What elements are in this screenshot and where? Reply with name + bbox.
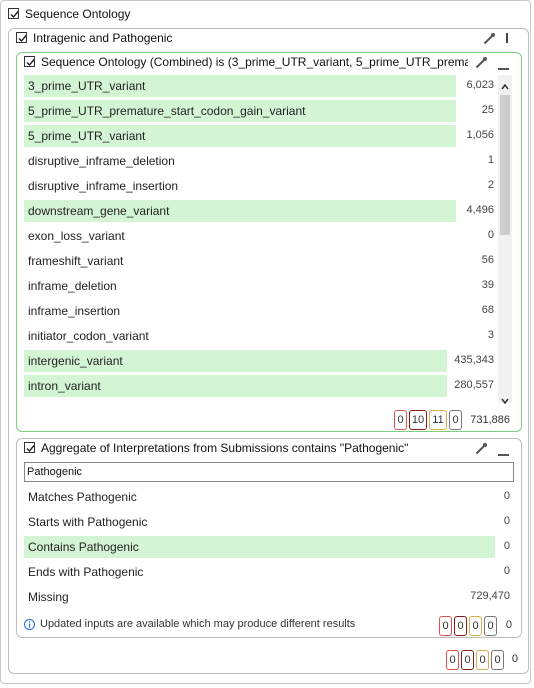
count-badge: 10 bbox=[409, 410, 427, 430]
list-item-label: downstream_gene_variant bbox=[28, 204, 170, 218]
wrench-icon[interactable] bbox=[475, 442, 488, 458]
list-item-label: intergenic_variant bbox=[28, 354, 123, 368]
list-item-label: initiator_codon_variant bbox=[28, 329, 149, 343]
list-item[interactable]: Missing 729,470 bbox=[24, 586, 510, 608]
list-item[interactable]: Matches Pathogenic 0 bbox=[24, 486, 510, 508]
root-title: Sequence Ontology bbox=[25, 7, 131, 21]
list-item-label: 5_prime_UTR_premature_start_codon_gain_v… bbox=[28, 104, 306, 118]
count-badge: 0 bbox=[491, 650, 504, 670]
list-item[interactable]: intergenic_variant 435,343 bbox=[24, 350, 494, 372]
list-item-label: Matches Pathogenic bbox=[28, 490, 137, 504]
count-badge: 0 bbox=[454, 616, 467, 636]
agg-total: 0 bbox=[505, 619, 512, 631]
pathogenic-search-input[interactable]: Pathogenic bbox=[24, 462, 514, 482]
list-item-count: 729,470 bbox=[470, 590, 510, 602]
list-item-count: 39 bbox=[481, 279, 494, 291]
count-badge: 0 bbox=[439, 616, 452, 636]
list-item-count: 435,343 bbox=[454, 354, 494, 366]
count-badge: 0 bbox=[449, 410, 462, 430]
list-item-count: 1 bbox=[487, 154, 494, 166]
list-item-label: 5_prime_UTR_variant bbox=[28, 129, 146, 143]
count-badge: 0 bbox=[394, 410, 407, 430]
count-badge: 11 bbox=[429, 410, 447, 430]
list-item[interactable]: disruptive_inframe_deletion 1 bbox=[24, 150, 494, 172]
so-checkbox[interactable] bbox=[24, 56, 35, 67]
agg-checkbox[interactable] bbox=[24, 442, 35, 453]
list-item-count: 68 bbox=[481, 304, 494, 316]
list-item-count: 2 bbox=[487, 179, 494, 191]
list-item[interactable]: 3_prime_UTR_variant 6,023 bbox=[24, 75, 494, 97]
group-checkbox[interactable] bbox=[16, 32, 27, 43]
list-item-count: 0 bbox=[503, 490, 510, 502]
list-item[interactable]: frameshift_variant 56 bbox=[24, 250, 494, 272]
list-item-label: disruptive_inframe_deletion bbox=[28, 154, 175, 168]
pin-icon[interactable] bbox=[504, 32, 510, 48]
list-item-label: Missing bbox=[28, 590, 69, 604]
search-input-value: Pathogenic bbox=[27, 466, 83, 478]
count-badge: 0 bbox=[446, 650, 459, 670]
list-item-label: Ends with Pathogenic bbox=[28, 565, 144, 579]
list-item[interactable]: exon_loss_variant 0 bbox=[24, 225, 494, 247]
list-item-label: disruptive_inframe_insertion bbox=[28, 179, 179, 193]
list-item-count: 25 bbox=[481, 104, 494, 116]
wrench-icon[interactable] bbox=[483, 32, 496, 48]
root-checkbox[interactable] bbox=[8, 8, 19, 19]
count-badge: 0 bbox=[461, 650, 474, 670]
list-item-label: Starts with Pathogenic bbox=[28, 515, 148, 529]
scroll-thumb[interactable] bbox=[500, 95, 510, 235]
list-item-count: 4,496 bbox=[466, 204, 494, 216]
list-item-label: inframe_deletion bbox=[28, 279, 117, 293]
list-item-count: 0 bbox=[487, 229, 494, 241]
so-total: 731,886 bbox=[470, 414, 510, 426]
list-item-label: intron_variant bbox=[28, 379, 101, 393]
so-scrollbar[interactable] bbox=[498, 75, 512, 405]
list-item-count: 280,557 bbox=[454, 379, 494, 391]
list-item-count: 56 bbox=[481, 254, 494, 266]
so-title: Sequence Ontology (Combined) is (3_prime… bbox=[41, 55, 468, 69]
count-badge: 0 bbox=[484, 616, 497, 636]
scroll-down-icon[interactable] bbox=[501, 393, 509, 407]
list-item[interactable]: disruptive_inframe_insertion 2 bbox=[24, 175, 494, 197]
list-item-count: 0 bbox=[503, 515, 510, 527]
list-item[interactable]: 5_prime_UTR_premature_start_codon_gain_v… bbox=[24, 100, 494, 122]
list-item-label: frameshift_variant bbox=[28, 254, 124, 268]
list-item-label: inframe_insertion bbox=[28, 304, 121, 318]
group-total: 0 bbox=[511, 653, 518, 665]
list-item-label: Contains Pathogenic bbox=[28, 540, 139, 554]
list-item-label: exon_loss_variant bbox=[28, 229, 125, 243]
list-item-count: 0 bbox=[503, 540, 510, 552]
list-item[interactable]: 5_prime_UTR_variant 1,056 bbox=[24, 125, 494, 147]
list-item-count: 6,023 bbox=[466, 79, 494, 91]
count-badge: 0 bbox=[469, 616, 482, 636]
info-icon bbox=[24, 619, 35, 633]
list-item-count: 3 bbox=[487, 329, 494, 341]
list-item[interactable]: Starts with Pathogenic 0 bbox=[24, 511, 510, 533]
group-title: Intragenic and Pathogenic bbox=[33, 31, 173, 45]
info-message: Updated inputs are available which may p… bbox=[40, 618, 356, 630]
list-item[interactable]: intron_variant 280,557 bbox=[24, 375, 494, 397]
minimize-icon[interactable] bbox=[498, 60, 509, 74]
list-item[interactable]: inframe_deletion 39 bbox=[24, 275, 494, 297]
list-item[interactable]: initiator_codon_variant 3 bbox=[24, 325, 494, 347]
scroll-up-icon[interactable] bbox=[501, 79, 509, 93]
wrench-icon[interactable] bbox=[475, 56, 488, 72]
list-item-label: 3_prime_UTR_variant bbox=[28, 79, 146, 93]
list-item-count: 1,056 bbox=[466, 129, 494, 141]
agg-title: Aggregate of Interpretations from Submis… bbox=[41, 441, 409, 455]
list-item[interactable]: inframe_insertion 68 bbox=[24, 300, 494, 322]
list-item[interactable]: Contains Pathogenic 0 bbox=[24, 536, 510, 558]
list-item-count: 0 bbox=[503, 565, 510, 577]
list-item[interactable]: Ends with Pathogenic 0 bbox=[24, 561, 510, 583]
list-item[interactable]: downstream_gene_variant 4,496 bbox=[24, 200, 494, 222]
count-badge: 0 bbox=[476, 650, 489, 670]
minimize-icon[interactable] bbox=[498, 446, 509, 460]
